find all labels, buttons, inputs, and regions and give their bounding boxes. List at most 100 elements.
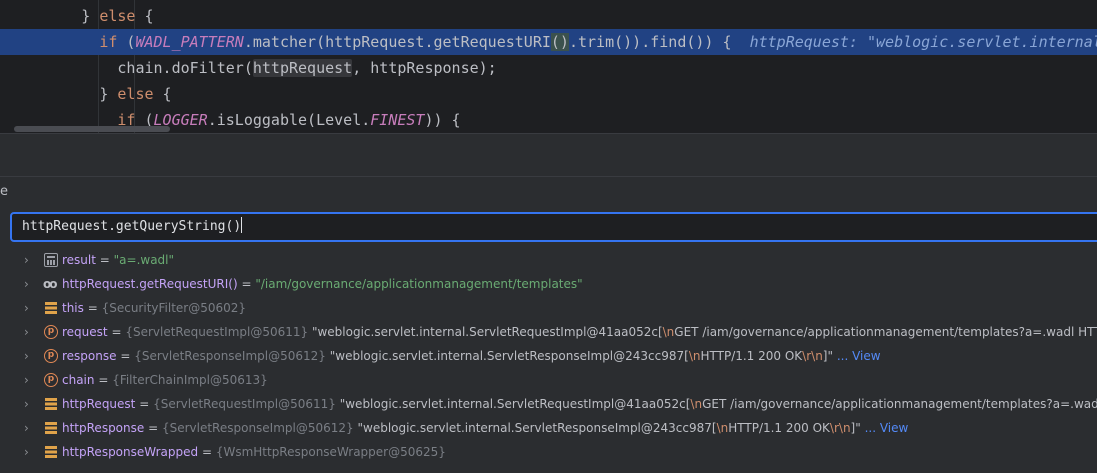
code-token: { <box>135 7 154 25</box>
field-icon <box>45 446 57 458</box>
parameter-icon: p <box>44 325 58 339</box>
equals-sign: = <box>198 445 216 459</box>
variable-value: GET /iam/governance/applicationmanagemen… <box>702 397 1097 411</box>
variable-value: "weblogic.servlet.internal.ServletReques… <box>308 325 663 339</box>
tree-row-text: request = {ServletRequestImpl@50611} "we… <box>62 320 1097 344</box>
equals-sign: = <box>116 349 135 363</box>
tree-row[interactable]: › result = "a=.wadl" <box>0 248 1097 272</box>
tree-row-text: result = "a=.wadl" <box>62 248 174 272</box>
tree-row[interactable]: › p request = {ServletRequestImpl@50611} "… <box>0 320 1097 344</box>
code-token: { <box>153 85 172 103</box>
expression-text: httpRequest.getQueryString() <box>22 219 242 234</box>
code-token: else <box>99 7 136 25</box>
chevron-right-icon[interactable]: › <box>24 296 36 320</box>
chevron-right-icon[interactable]: › <box>24 368 36 392</box>
tree-row-text: httpRequest.getRequestURI() = "/iam/gove… <box>62 272 583 296</box>
variable-name: response <box>62 349 117 363</box>
code-token: chain.doFilter( <box>117 59 253 77</box>
parameter-icon: p <box>44 349 58 363</box>
result-icon <box>44 253 58 267</box>
code-line[interactable]: if (WADL_PATTERN.matcher(httpRequest.get… <box>0 29 1097 55</box>
variable-name: httpResponseWrapped <box>62 445 199 459</box>
equals-sign: = <box>83 301 102 315</box>
variable-value: "weblogic.servlet.internal.ServletRespon… <box>353 421 717 435</box>
text-caret <box>241 217 243 233</box>
chevron-right-icon[interactable]: › <box>24 320 36 344</box>
code-line[interactable]: chain.doFilter(httpRequest, httpResponse… <box>0 55 1097 81</box>
variable-value: ]" <box>822 349 833 363</box>
tree-row-text: chain = {FilterChainImpl@50613} <box>62 368 268 392</box>
variable-value: GET /iam/governance/applicationmanagemen… <box>674 325 1097 339</box>
pane-header-label: e <box>0 184 8 199</box>
tree-row[interactable]: › httpResponseWrapped = {WsmHttpResponseW… <box>0 440 1097 464</box>
variable-value: {SecurityFilter@50602} <box>101 301 247 315</box>
code-line[interactable]: } else { <box>0 81 1097 107</box>
code-token: , httpResponse); <box>352 59 497 77</box>
equals-sign: = <box>144 421 162 435</box>
variable-value: \n <box>690 397 703 411</box>
panel-divider[interactable] <box>0 133 1097 176</box>
code-token: if <box>99 33 118 51</box>
equals-sign: = <box>135 397 154 411</box>
view-link[interactable]: ... View <box>833 349 881 363</box>
view-link[interactable]: ... View <box>861 421 909 435</box>
code-line[interactable]: } else { <box>0 3 1097 29</box>
variable-value: {ServletRequestImpl@50611} <box>153 397 336 411</box>
variable-name: result <box>62 253 96 267</box>
variable-value: \n <box>716 421 729 435</box>
horizontal-scrollbar[interactable] <box>14 126 170 132</box>
variable-name: httpRequest.getRequestURI() <box>62 277 238 291</box>
code-token: .matcher(httpRequest.getRequestURI <box>243 33 551 51</box>
variable-value: {WsmHttpResponseWrapper@50625} <box>215 445 446 459</box>
chevron-right-icon[interactable]: › <box>24 248 36 272</box>
chevron-right-icon[interactable]: › <box>24 416 36 440</box>
watch-icon: oo <box>43 277 58 291</box>
field-icon <box>45 398 57 410</box>
variable-name: this <box>62 301 84 315</box>
variable-value: HTTP/1.1 200 OK <box>700 349 803 363</box>
tree-row-text: httpResponse = {ServletResponseImpl@5061… <box>62 416 908 440</box>
code-token: .isLoggable(Level. <box>207 111 371 129</box>
tree-row[interactable]: › p response = {ServletResponseImpl@50612}… <box>0 344 1097 368</box>
code-token: () <box>550 33 569 51</box>
variable-value: "/iam/governance/applicationmanagement/t… <box>255 277 583 291</box>
variable-name: httpResponse <box>62 421 145 435</box>
field-icon <box>45 422 57 434</box>
variable-value: "a=.wadl" <box>113 253 175 267</box>
chevron-right-icon[interactable]: › <box>24 272 36 296</box>
variable-value: \r\n <box>829 421 851 435</box>
code-token: )) { <box>424 111 461 129</box>
variable-value: \n <box>688 349 701 363</box>
equals-sign: = <box>237 277 256 291</box>
variable-value: {ServletRequestImpl@50611} <box>125 325 309 339</box>
tree-row-text: httpRequest = {ServletRequestImpl@50611}… <box>62 392 1097 416</box>
tree-row[interactable]: › this = {SecurityFilter@50602} <box>0 296 1097 320</box>
tree-row[interactable]: › p chain = {FilterChainImpl@50613} <box>0 368 1097 392</box>
code-editor[interactable]: } else { if (WADL_PATTERN.matcher(httpRe… <box>0 0 1097 133</box>
variable-value: "weblogic.servlet.internal.ServletReques… <box>335 397 691 411</box>
variable-value: ]" <box>850 421 861 435</box>
chevron-right-icon[interactable]: › <box>24 440 36 464</box>
equals-sign: = <box>107 325 126 339</box>
tree-row-text: httpResponseWrapped = {WsmHttpResponseWr… <box>62 440 446 464</box>
code-token: else <box>117 85 154 103</box>
tree-row[interactable]: › httpRequest = {ServletRequestImpl@50611… <box>0 392 1097 416</box>
variable-name: request <box>62 325 108 339</box>
code-token: } <box>81 7 100 25</box>
field-icon <box>45 302 57 314</box>
code-token: ( <box>117 33 136 51</box>
variable-value: {ServletResponseImpl@50612} <box>161 421 354 435</box>
variable-value: "weblogic.servlet.internal.ServletRespon… <box>325 349 689 363</box>
equals-sign: = <box>94 373 113 387</box>
chevron-right-icon[interactable]: › <box>24 392 36 416</box>
variables-tree: › result = "a=.wadl" › oo httpRequest.getReq… <box>0 248 1097 464</box>
tree-row[interactable]: › httpResponse = {ServletResponseImpl@506… <box>0 416 1097 440</box>
variable-name: chain <box>62 373 95 387</box>
chevron-right-icon[interactable]: › <box>24 344 36 368</box>
variable-value: {ServletResponseImpl@50612} <box>134 349 326 363</box>
evaluate-expression-input[interactable]: httpRequest.getQueryString() <box>10 212 1097 242</box>
code-token: FINEST <box>370 111 425 129</box>
tree-row[interactable]: › oo httpRequest.getRequestURI() = "/iam/g… <box>0 272 1097 296</box>
